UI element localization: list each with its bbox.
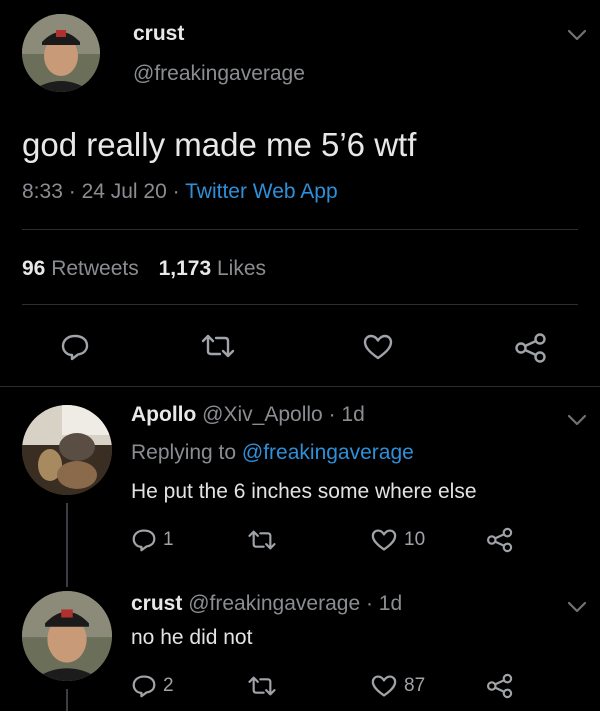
reply2-like-count: 87 (404, 675, 426, 696)
divider (0, 386, 600, 387)
reply-icon (61, 334, 89, 361)
retweet-button[interactable] (200, 333, 236, 359)
reply1-age: · 1d (328, 403, 365, 426)
divider (22, 229, 578, 230)
like-icon (371, 529, 397, 551)
reply1-handle[interactable]: @Xiv_Apollo (202, 403, 323, 426)
reply1-retweet-button[interactable] (247, 529, 277, 551)
reply1-like-count: 10 (404, 529, 426, 550)
likes-count: 1,173 (158, 257, 212, 280)
chevron-down-icon[interactable] (566, 413, 588, 427)
reply1-share-button[interactable] (486, 527, 514, 553)
reply2-text: no he did not (131, 626, 253, 649)
reply-button[interactable] (60, 333, 90, 361)
main-tweet-text: god really made me 5’6 wtf (22, 126, 417, 163)
reply2-avatar[interactable] (22, 591, 112, 681)
retweets-label: Retweets (51, 257, 139, 280)
retweets-count: 96 (22, 257, 46, 280)
thread-line (66, 689, 68, 711)
reply2-age: · 1d (365, 592, 403, 615)
share-icon (486, 673, 513, 699)
meta-separator: · (172, 180, 180, 203)
reply1-name[interactable]: Apollo (131, 403, 196, 426)
reply-icon (132, 529, 156, 552)
reply1-header: Apollo @Xiv_Apollo · 1d (131, 403, 365, 427)
main-tweet-handle[interactable]: @freakingaverage (133, 62, 305, 86)
thread-line (66, 503, 68, 587)
meta-separator: · (68, 180, 76, 203)
reply2-like-button[interactable]: 87 (370, 674, 425, 698)
likes-stat[interactable]: 1,173 Likes (159, 257, 266, 280)
engagement-stats: 96 Retweets 1,173 Likes (22, 257, 266, 281)
retweet-icon (248, 530, 276, 550)
replying-to-handle[interactable]: @freakingaverage (242, 441, 414, 464)
main-tweet-date: 24 Jul 20 (81, 180, 167, 203)
reply2-share-button[interactable] (486, 673, 514, 699)
reply2-header: crust @freakingaverage · 1d (131, 592, 402, 616)
reply1-replying-to: Replying to @freakingaverage (131, 441, 414, 465)
like-icon (371, 675, 397, 697)
reply2-retweet-button[interactable] (247, 675, 277, 697)
reply1-text: He put the 6 inches some where else (131, 480, 477, 503)
reply1-reply-count: 1 (163, 529, 174, 550)
chevron-down-icon[interactable] (566, 28, 588, 42)
replying-to-label: Replying to (131, 441, 237, 464)
share-icon (515, 333, 546, 363)
main-tweet-source[interactable]: Twitter Web App (185, 180, 338, 203)
retweet-icon (201, 334, 235, 358)
like-button[interactable] (362, 333, 394, 361)
main-tweet-name[interactable]: crust (133, 22, 184, 46)
likes-label: Likes (217, 257, 267, 280)
share-button[interactable] (514, 333, 548, 363)
reply-icon (132, 675, 156, 698)
divider (22, 304, 578, 305)
reply2-name[interactable]: crust (131, 592, 182, 615)
share-icon (486, 527, 513, 553)
reply1-reply-button[interactable]: 1 (131, 528, 174, 552)
main-tweet-time: 8:33 (22, 180, 63, 203)
reply2-reply-count: 2 (163, 675, 174, 696)
reply1-like-button[interactable]: 10 (370, 528, 425, 552)
reply2-handle[interactable]: @freakingaverage (188, 592, 360, 615)
main-tweet-avatar[interactable] (22, 14, 100, 92)
chevron-down-icon[interactable] (566, 600, 588, 614)
retweet-icon (248, 676, 276, 696)
retweets-stat[interactable]: 96 Retweets (22, 257, 145, 280)
reply2-reply-button[interactable]: 2 (131, 674, 174, 698)
main-tweet-meta: 8:33 · 24 Jul 20 · Twitter Web App (22, 180, 338, 204)
reply1-avatar[interactable] (22, 405, 112, 495)
like-icon (363, 334, 393, 360)
